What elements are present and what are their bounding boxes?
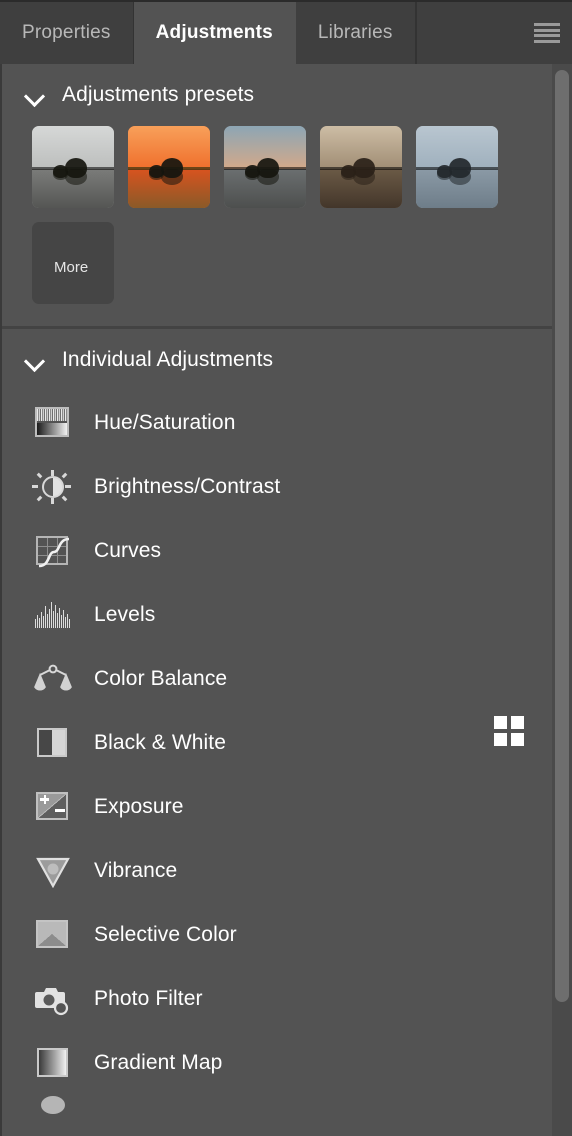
preset-thumbnail-sepia-tone[interactable] bbox=[320, 126, 402, 208]
vibrance-icon bbox=[32, 854, 72, 888]
adjustment-label: Hue/Saturation bbox=[94, 411, 236, 434]
grid-cell bbox=[494, 733, 507, 746]
adjustment-label: Photo Filter bbox=[94, 987, 203, 1010]
adjustment-item-partial-next[interactable] bbox=[2, 1095, 572, 1125]
adjustment-item-levels[interactable]: Levels bbox=[2, 583, 572, 647]
adjustments-presets-section: Adjustments presets More bbox=[2, 64, 572, 326]
hamburger-line bbox=[534, 39, 560, 43]
more-presets-label: More bbox=[54, 259, 89, 276]
adjustment-label: Color Balance bbox=[94, 667, 228, 690]
preset-tree-reflection bbox=[341, 168, 357, 180]
presets-grid: More bbox=[2, 126, 572, 326]
hue-saturation-icon bbox=[32, 406, 72, 440]
panel-tab-bar: Properties Adjustments Libraries bbox=[0, 0, 572, 64]
grid-cell bbox=[511, 716, 524, 729]
levels-icon bbox=[32, 598, 72, 632]
chevron-down-icon[interactable] bbox=[24, 349, 46, 371]
preset-tree-reflection bbox=[53, 168, 69, 180]
hamburger-line bbox=[534, 34, 560, 38]
preset-tree-reflection bbox=[437, 168, 453, 180]
gradient-map-icon bbox=[32, 1046, 72, 1080]
black-and-white-icon bbox=[32, 726, 72, 760]
grid-cell bbox=[511, 733, 524, 746]
preset-tree-reflection bbox=[448, 168, 471, 185]
preset-tree-reflection bbox=[256, 168, 279, 185]
adjustment-item-exposure[interactable]: Exposure bbox=[2, 775, 572, 839]
preset-thumbnail-cool-dusk[interactable] bbox=[224, 126, 306, 208]
adjustment-item-photo-filter[interactable]: Photo Filter bbox=[2, 967, 572, 1031]
individual-adjustments-section: Individual Adjustments Hue/Saturation Br… bbox=[2, 326, 572, 1133]
grid-view-icon[interactable] bbox=[494, 716, 524, 746]
tab-libraries[interactable]: Libraries bbox=[295, 2, 416, 64]
adjustments-list: Hue/Saturation Brightness/Contrast Curve… bbox=[2, 391, 572, 1133]
vertical-scrollbar-thumb[interactable] bbox=[555, 70, 569, 1002]
adjustment-label: Brightness/Contrast bbox=[94, 475, 281, 498]
photo-filter-icon bbox=[32, 982, 72, 1016]
partial-icon bbox=[32, 1093, 72, 1127]
adjustment-item-brightness-contrast[interactable]: Brightness/Contrast bbox=[2, 455, 572, 519]
adjustment-item-hue-saturation[interactable]: Hue/Saturation bbox=[2, 391, 572, 455]
adjustment-label: Levels bbox=[94, 603, 156, 626]
adjustments-panel: Properties Adjustments Libraries Adjustm… bbox=[0, 0, 572, 1136]
adjustment-label: Vibrance bbox=[94, 859, 178, 882]
preset-thumbnail-black-and-white[interactable] bbox=[32, 126, 114, 208]
preset-tree-reflection bbox=[352, 168, 375, 185]
brightness-contrast-icon bbox=[32, 470, 72, 504]
preset-thumbnail-warm-sunset[interactable] bbox=[128, 126, 210, 208]
tab-properties-label: Properties bbox=[22, 22, 111, 43]
individual-adjustments-title: Individual Adjustments bbox=[62, 348, 274, 371]
adjustments-presets-header[interactable]: Adjustments presets bbox=[2, 64, 572, 126]
curves-icon bbox=[32, 534, 72, 568]
adjustment-item-vibrance[interactable]: Vibrance bbox=[2, 839, 572, 903]
tab-adjustments-label: Adjustments bbox=[155, 22, 273, 43]
tab-bar-filler bbox=[415, 2, 572, 64]
adjustment-item-black-and-white[interactable]: Black & White bbox=[2, 711, 572, 775]
grid-cell bbox=[494, 716, 507, 729]
adjustment-label: Black & White bbox=[94, 731, 227, 754]
adjustments-presets-title: Adjustments presets bbox=[62, 83, 255, 106]
adjustment-item-color-balance[interactable]: Color Balance bbox=[2, 647, 572, 711]
hamburger-menu-icon[interactable] bbox=[534, 23, 560, 43]
individual-adjustments-header[interactable]: Individual Adjustments bbox=[2, 329, 572, 746]
preset-thumbnail-blue-cold[interactable] bbox=[416, 126, 498, 208]
preset-tree-reflection bbox=[64, 168, 87, 185]
adjustment-label: Exposure bbox=[94, 795, 184, 818]
chevron-down-icon[interactable] bbox=[24, 84, 46, 106]
preset-tree-reflection bbox=[245, 168, 261, 180]
selective-color-icon bbox=[32, 918, 72, 952]
exposure-icon bbox=[32, 790, 72, 824]
hamburger-line bbox=[534, 23, 560, 26]
adjustment-item-curves[interactable]: Curves bbox=[2, 519, 572, 583]
preset-tree-reflection bbox=[149, 168, 165, 180]
adjustment-item-gradient-map[interactable]: Gradient Map bbox=[2, 1031, 572, 1095]
tab-adjustments[interactable]: Adjustments bbox=[133, 2, 296, 64]
adjustment-item-selective-color[interactable]: Selective Color bbox=[2, 903, 572, 967]
hamburger-line bbox=[534, 28, 560, 32]
adjustment-label: Gradient Map bbox=[94, 1051, 223, 1074]
panel-body: Adjustments presets More Individual Adju… bbox=[0, 64, 572, 1136]
tab-libraries-label: Libraries bbox=[317, 22, 393, 43]
color-balance-icon bbox=[32, 662, 72, 696]
preset-tree-reflection bbox=[160, 168, 183, 185]
adjustment-label: Curves bbox=[94, 539, 162, 562]
more-presets-button[interactable]: More bbox=[32, 222, 114, 304]
vertical-scrollbar-track[interactable] bbox=[552, 64, 572, 1136]
tab-properties[interactable]: Properties bbox=[0, 2, 134, 64]
adjustment-label: Selective Color bbox=[94, 923, 237, 946]
